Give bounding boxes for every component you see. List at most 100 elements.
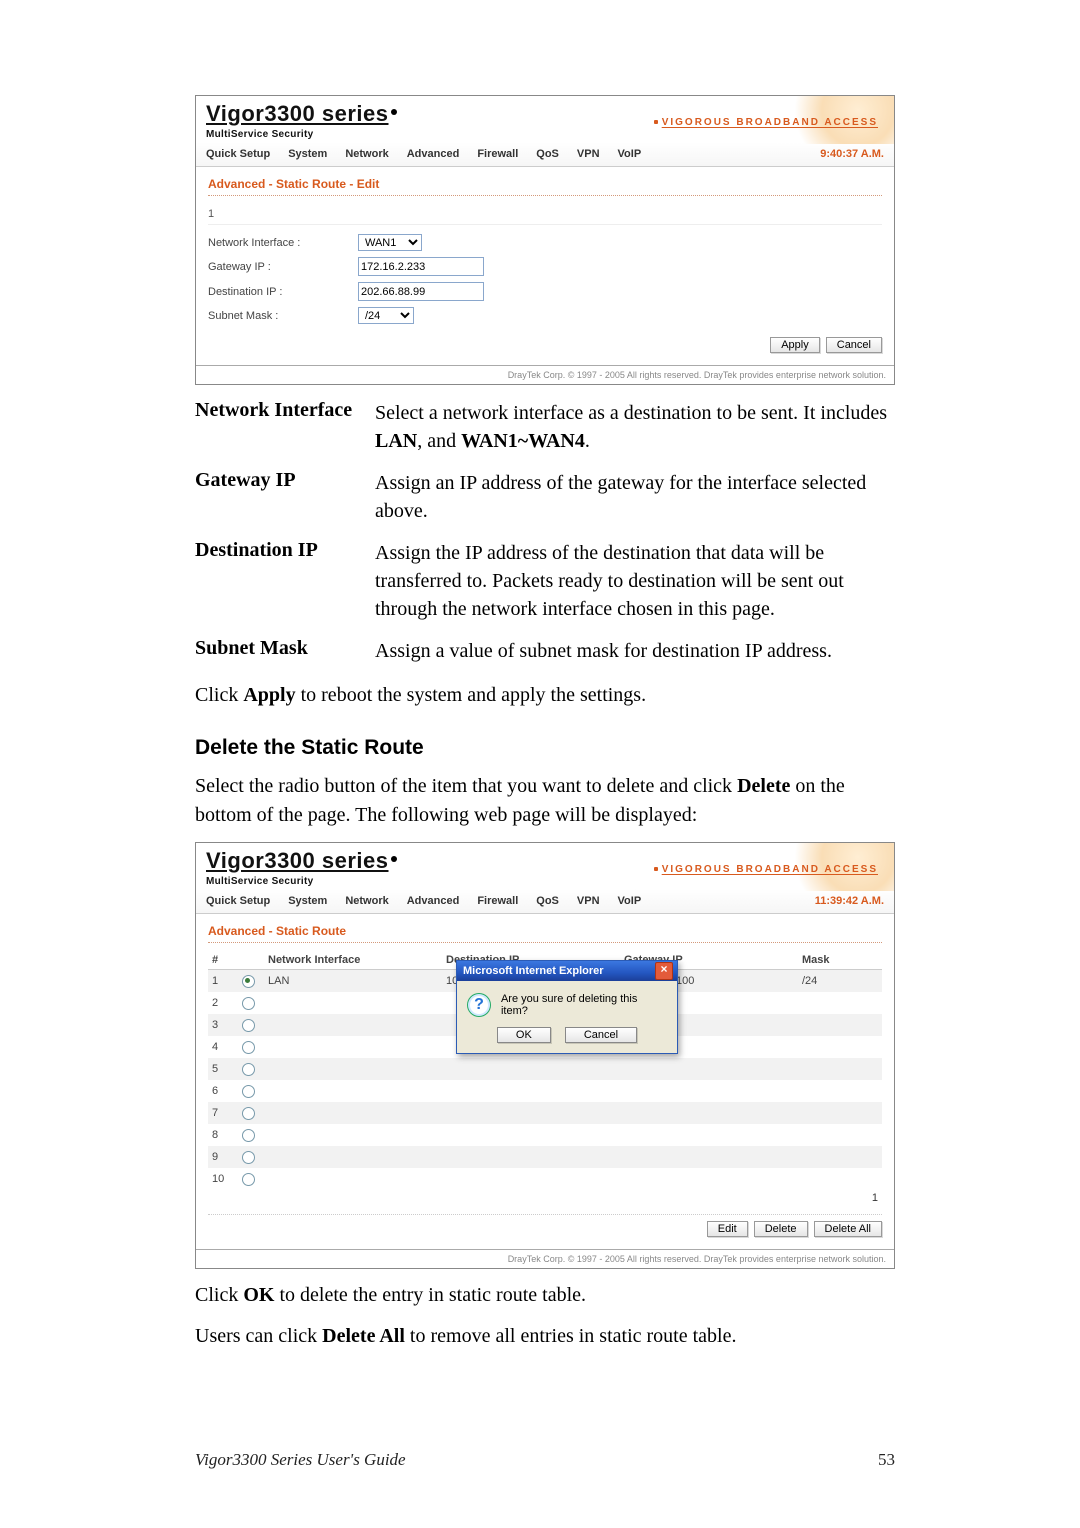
ok-instruction: Click OK to delete the entry in static r…: [195, 1281, 895, 1310]
row-select-radio[interactable]: [242, 1063, 255, 1076]
confirm-dialog: Microsoft Internet Explorer × ? Are you …: [456, 960, 678, 1054]
menu-system[interactable]: System: [288, 148, 327, 160]
edit-button[interactable]: Edit: [707, 1221, 748, 1237]
row-select-radio[interactable]: [242, 1173, 255, 1186]
table-row: 5: [208, 1058, 882, 1080]
menu-network[interactable]: Network: [345, 148, 388, 160]
router-menubar: Quick Setup System Network Advanced Fire…: [196, 142, 894, 167]
row-mask: /24: [798, 970, 882, 993]
def-term-destip: Destination IP: [195, 539, 375, 623]
row-mask: [798, 1102, 882, 1124]
menu-voip[interactable]: VoIP: [618, 148, 642, 160]
menu-firewall-2[interactable]: Firewall: [477, 895, 518, 907]
apply-button[interactable]: Apply: [770, 337, 820, 353]
def-term-gateway: Gateway IP: [195, 469, 375, 525]
def-term-netif: Network Interface: [195, 399, 375, 455]
menu-quick-setup-2[interactable]: Quick Setup: [206, 895, 270, 907]
row-dest: [442, 1058, 620, 1080]
row-select-radio[interactable]: [242, 975, 255, 988]
network-interface-select[interactable]: WAN1: [358, 234, 422, 251]
page-footer: Vigor3300 Series User's Guide 53: [195, 1450, 895, 1470]
row-select-radio[interactable]: [242, 1129, 255, 1142]
router-screenshot-edit: Vigor3300 series MultiService Security V…: [195, 95, 895, 385]
label-gateway-ip: Gateway IP :: [208, 261, 358, 273]
dialog-cancel-button[interactable]: Cancel: [565, 1027, 637, 1043]
delete-all-button[interactable]: Delete All: [814, 1221, 882, 1237]
row-mask: [798, 1080, 882, 1102]
menu-system-2[interactable]: System: [288, 895, 327, 907]
subnet-mask-select[interactable]: /24: [358, 307, 414, 324]
field-definitions: Network Interface Select a network inter…: [195, 399, 895, 665]
tagline: VIGOROUS BROADBAND ACCESS: [654, 117, 884, 128]
row-dest: [442, 1168, 620, 1190]
destination-ip-input[interactable]: [358, 282, 484, 301]
question-icon: ?: [467, 993, 491, 1017]
row-netif: [264, 1036, 442, 1058]
row-netif: [264, 1058, 442, 1080]
dialog-close-icon[interactable]: ×: [655, 962, 673, 980]
row-mask: [798, 1146, 882, 1168]
row-index: 5: [208, 1058, 238, 1080]
def-desc-gateway: Assign an IP address of the gateway for …: [375, 469, 895, 525]
router-copyright-2: DrayTek Corp. © 1997 - 2005 All rights r…: [196, 1249, 894, 1268]
delete-button[interactable]: Delete: [754, 1221, 808, 1237]
header-clock: 9:40:37 A.M.: [820, 148, 884, 160]
menu-qos[interactable]: QoS: [536, 148, 559, 160]
row-netif: [264, 1146, 442, 1168]
row-mask: [798, 1058, 882, 1080]
table-row: 10: [208, 1168, 882, 1190]
menu-voip-2[interactable]: VoIP: [618, 895, 642, 907]
col-idx: #: [208, 951, 238, 970]
brand-subtitle-2: MultiService Security: [206, 876, 313, 887]
menu-quick-setup[interactable]: Quick Setup: [206, 148, 270, 160]
route-index: 1: [208, 204, 882, 225]
label-destination-ip: Destination IP :: [208, 286, 358, 298]
row-netif: [264, 1014, 442, 1036]
row-netif: LAN: [264, 970, 442, 993]
col-netif: Network Interface: [264, 951, 442, 970]
row-dest: [442, 1080, 620, 1102]
row-select-radio[interactable]: [242, 1019, 255, 1032]
menu-advanced[interactable]: Advanced: [407, 148, 460, 160]
cancel-button[interactable]: Cancel: [826, 337, 882, 353]
gateway-ip-input[interactable]: [358, 257, 484, 276]
def-desc-mask: Assign a value of subnet mask for destin…: [375, 637, 895, 665]
table-row: 8: [208, 1124, 882, 1146]
tagline-dot-icon-2: [654, 867, 658, 871]
col-mask: Mask: [798, 951, 882, 970]
row-mask: [798, 1014, 882, 1036]
row-select-radio[interactable]: [242, 997, 255, 1010]
def-desc-netif: Select a network interface as a destinat…: [375, 399, 895, 455]
row-netif: [264, 1168, 442, 1190]
row-select-radio[interactable]: [242, 1085, 255, 1098]
menu-firewall[interactable]: Firewall: [477, 148, 518, 160]
row-select-radio[interactable]: [242, 1041, 255, 1054]
row-index: 8: [208, 1124, 238, 1146]
menu-qos-2[interactable]: QoS: [536, 895, 559, 907]
table-row: 7: [208, 1102, 882, 1124]
row-netif: [264, 992, 442, 1014]
row-index: 4: [208, 1036, 238, 1058]
dialog-message: Are you sure of deleting this item?: [501, 993, 667, 1017]
dialog-ok-button[interactable]: OK: [497, 1027, 551, 1043]
tagline-text: VIGOROUS BROADBAND ACCESS: [662, 117, 878, 128]
label-network-interface: Network Interface :: [208, 237, 358, 249]
menu-network-2[interactable]: Network: [345, 895, 388, 907]
static-route-edit-form: 1 Network Interface : WAN1 Gateway IP : …: [208, 204, 882, 353]
menu-vpn[interactable]: VPN: [577, 148, 600, 160]
row-gw: [620, 1058, 798, 1080]
breadcrumb: Advanced - Static Route - Edit: [208, 177, 882, 196]
row-index: 1: [208, 970, 238, 993]
row-netif: [264, 1102, 442, 1124]
guide-title: Vigor3300 Series User's Guide: [195, 1450, 406, 1470]
row-index: 7: [208, 1102, 238, 1124]
row-select-radio[interactable]: [242, 1107, 255, 1120]
table-row: 9: [208, 1146, 882, 1168]
menu-advanced-2[interactable]: Advanced: [407, 895, 460, 907]
row-netif: [264, 1124, 442, 1146]
row-gw: [620, 1102, 798, 1124]
row-select-radio[interactable]: [242, 1151, 255, 1164]
menu-vpn-2[interactable]: VPN: [577, 895, 600, 907]
brand-dot-icon: [391, 109, 397, 115]
brand-model: Vigor3300 series: [206, 101, 389, 126]
